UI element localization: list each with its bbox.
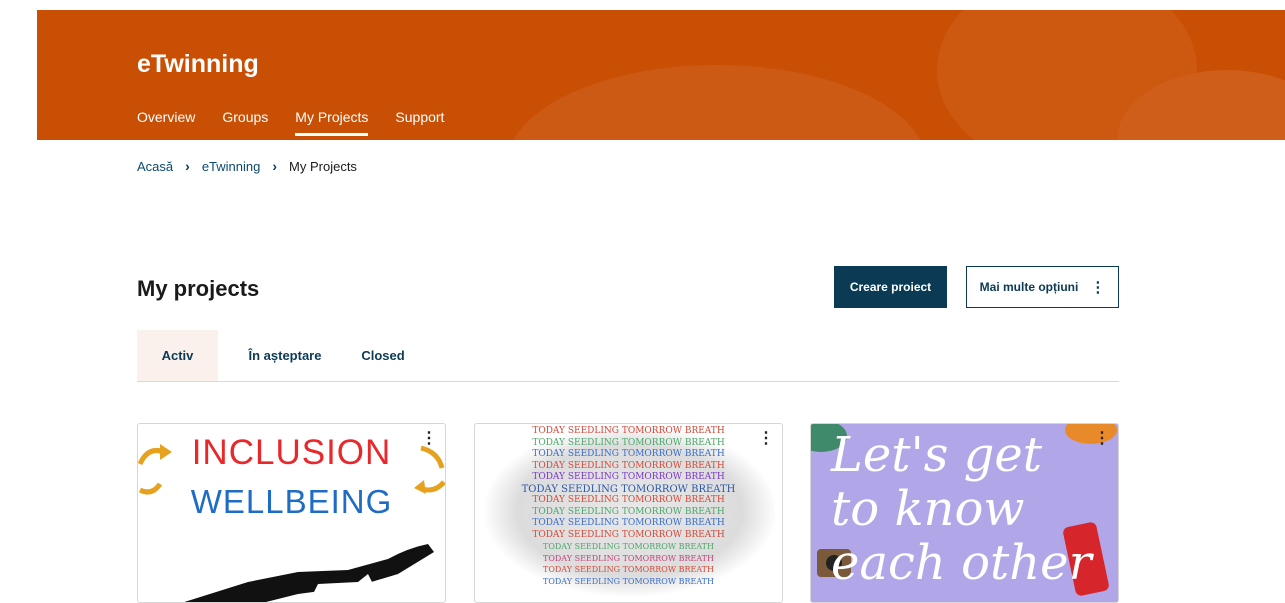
word-cloud-line: TODAY SEEDLING TOMORROW BREATH: [532, 449, 725, 459]
card-image-text-line: to know: [831, 481, 1025, 537]
word-cloud-line: TODAY SEEDLING TOMORROW BREATH: [532, 529, 725, 540]
word-cloud-line: TODAY SEEDLING TOMORROW BREATH: [532, 472, 725, 482]
word-cloud-line: TODAY SEEDLING TOMORROW BREATH: [543, 553, 714, 563]
card-image-text: INCLUSION: [191, 433, 392, 472]
project-card[interactable]: ⋮ Let's get to know each other: [810, 423, 1119, 603]
card-image-text: WELLBEING: [190, 483, 393, 520]
site-header: eTwinning Overview Groups My Projects Su…: [37, 10, 1285, 140]
project-card[interactable]: ⋮ TODAY SEEDLING TOMORROW BREATH TODAY S…: [474, 423, 783, 603]
tab-closed[interactable]: Closed: [340, 330, 426, 381]
page-title: My projects: [137, 276, 260, 301]
nav-overview[interactable]: Overview: [137, 109, 195, 136]
word-cloud-line: TODAY SEEDLING TOMORROW BREATH: [543, 542, 714, 551]
card-image-text-line: Let's get: [831, 427, 1043, 483]
kebab-vertical-icon[interactable]: ⋮: [758, 428, 774, 448]
card-image-text-line: each other: [831, 535, 1092, 591]
kebab-vertical-icon[interactable]: ⋮: [421, 428, 437, 448]
more-options-button[interactable]: Mai multe opțiuni ⋮: [966, 266, 1119, 308]
word-cloud-line: TODAY SEEDLING TOMORROW BREATH: [532, 506, 725, 517]
word-cloud-line: TODAY SEEDLING TOMORROW BREATH: [532, 495, 725, 505]
project-card[interactable]: ⋮ INCLUSION WELLBEING: [137, 423, 446, 603]
main-nav: Overview Groups My Projects Support: [137, 109, 471, 136]
card-image-text: Let's get to know each other: [831, 428, 1092, 590]
tab-activ[interactable]: Activ: [137, 330, 218, 381]
breadcrumb-home[interactable]: Acasă: [137, 159, 173, 174]
word-cloud-line: TODAY SEEDLING TOMORROW BREATH: [532, 460, 725, 471]
kebab-vertical-icon: ⋮: [1090, 278, 1106, 296]
breadcrumb-etwinning[interactable]: eTwinning: [202, 159, 261, 174]
word-cloud-line: TODAY SEEDLING TOMORROW BREATH: [543, 565, 714, 574]
chevron-right-icon: ›: [272, 158, 278, 174]
tab-in-asteptare[interactable]: În așteptare: [230, 330, 340, 381]
header-decoration: [507, 65, 927, 140]
site-brand[interactable]: eTwinning: [137, 50, 259, 79]
nav-groups[interactable]: Groups: [222, 109, 268, 136]
kebab-vertical-icon[interactable]: ⋮: [1094, 428, 1110, 448]
word-cloud-line: TODAY SEEDLING TOMORROW BREATH: [543, 576, 714, 586]
card-image-word-cloud-text: TODAY SEEDLING TOMORROW BREATH TODAY SEE…: [475, 426, 782, 587]
breadcrumb-current: My Projects: [289, 158, 357, 174]
breadcrumb: Acasă › eTwinning › My Projects: [137, 158, 357, 174]
more-options-label: Mai multe opțiuni: [979, 280, 1079, 294]
nav-my-projects[interactable]: My Projects: [295, 109, 369, 136]
word-cloud-line: TODAY SEEDLING TOMORROW BREATH: [532, 518, 725, 528]
chevron-right-icon: ›: [185, 158, 190, 174]
nav-support[interactable]: Support: [395, 109, 444, 136]
project-status-tabs: Activ În așteptare Closed: [137, 330, 1119, 382]
word-cloud-line: TODAY SEEDLING TOMORROW BREATH: [532, 437, 725, 448]
word-cloud-line: TODAY SEEDLING TOMORROW BREATH: [532, 426, 725, 436]
word-cloud-line: TODAY SEEDLING TOMORROW BREATH: [521, 483, 736, 495]
create-project-button[interactable]: Creare proiect: [834, 266, 947, 308]
